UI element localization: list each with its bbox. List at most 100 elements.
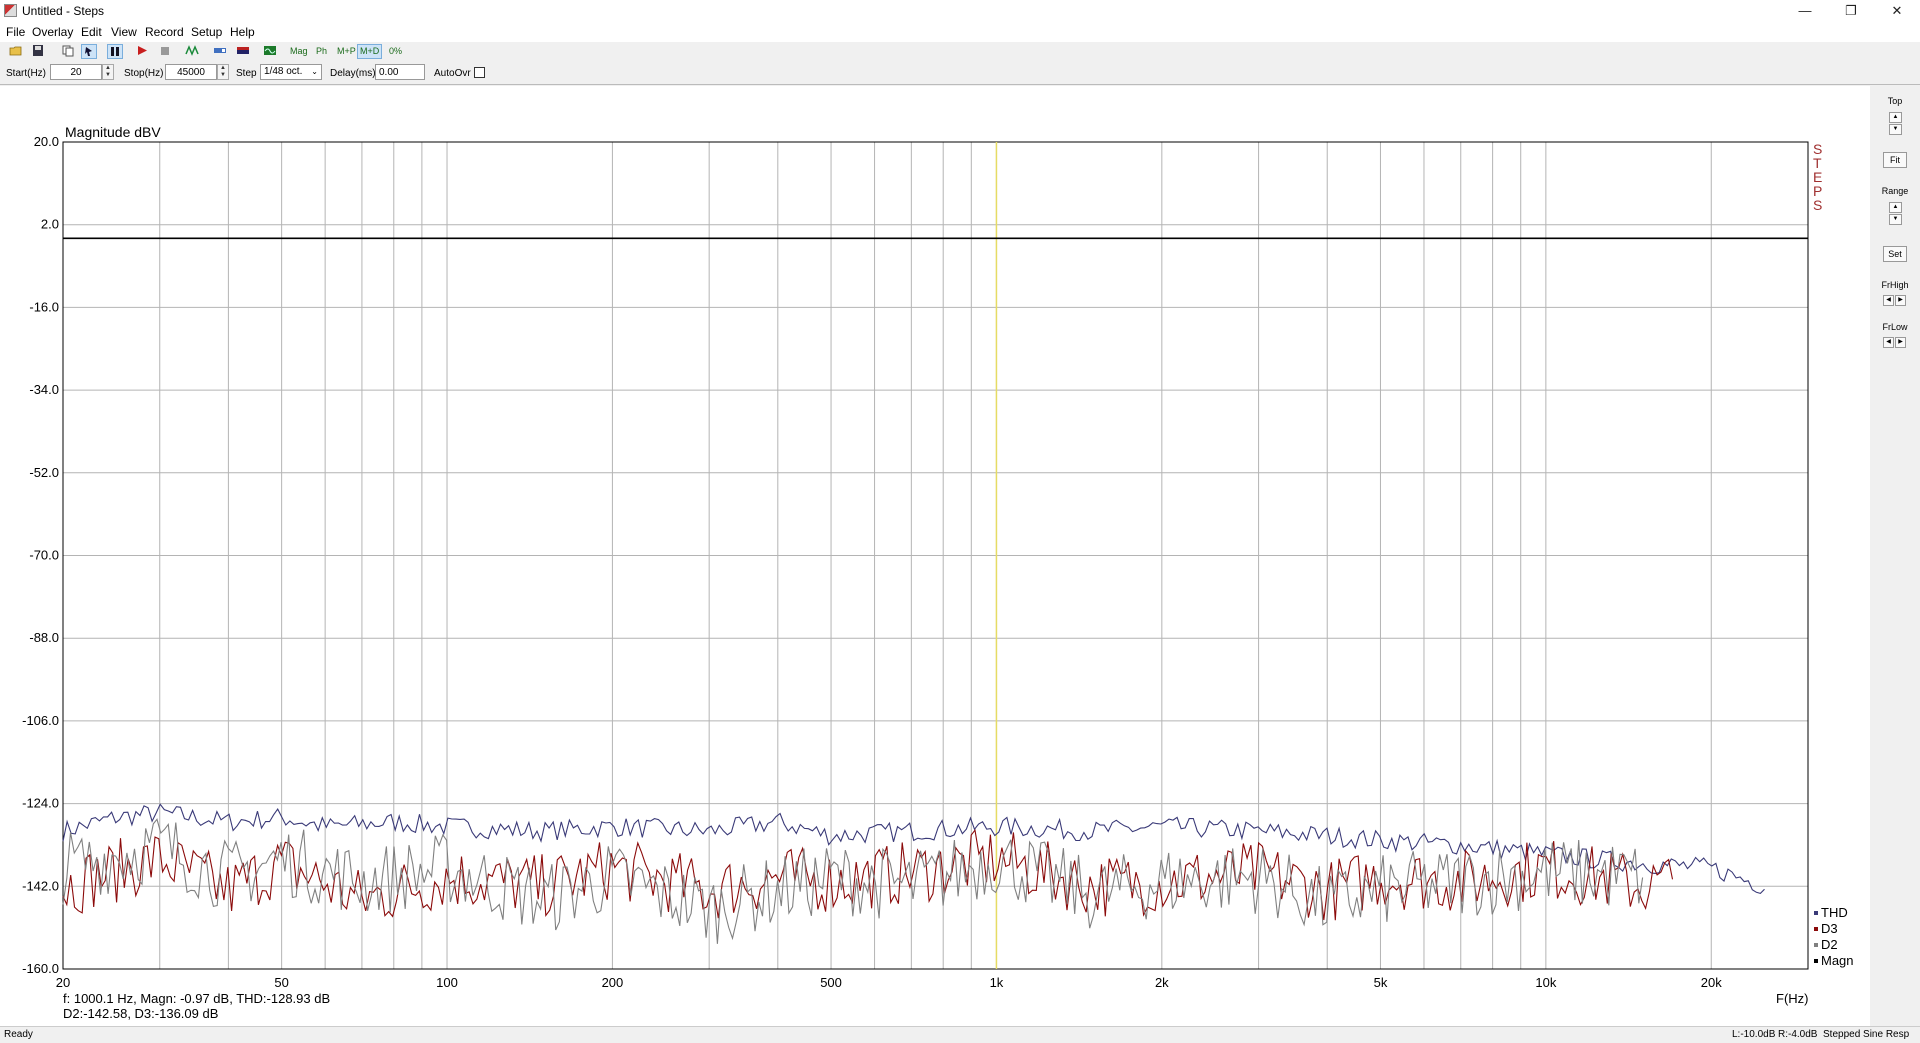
y-tick-label: -160.0 — [22, 961, 59, 976]
frhigh-left-button[interactable]: ◀ — [1883, 295, 1894, 306]
y-tick-label: 2.0 — [41, 217, 59, 232]
cursor-readout-line1: f: 1000.1 Hz, Magn: -0.97 dB, THD:-128.9… — [63, 991, 330, 1006]
y-tick-label: -52.0 — [29, 465, 59, 480]
range-up-button[interactable]: ▲ — [1889, 202, 1902, 213]
stop-input[interactable] — [165, 64, 217, 80]
step-select[interactable]: 1/48 oct. ⌄ — [260, 64, 322, 80]
app-icon — [4, 4, 17, 17]
meter-icon[interactable] — [235, 44, 251, 59]
set-button[interactable]: Set — [1883, 246, 1907, 262]
menu-file[interactable]: File — [6, 25, 25, 39]
range-label: Range — [1881, 186, 1909, 196]
status-text: Ready — [4, 1029, 33, 1040]
magnitude-chart[interactable]: 20.0 2.0 -16.0 -34.0 -52.0 -70.0 -88.0 -106.0 -1… — [0, 86, 1870, 1026]
legend-entry: D2 — [1821, 937, 1838, 952]
legend-swatch — [1814, 943, 1818, 947]
range-down-button[interactable]: ▼ — [1889, 214, 1902, 225]
maximize-button[interactable]: ❐ — [1828, 0, 1874, 22]
plot-area: 20.0 2.0 -16.0 -34.0 -52.0 -70.0 -88.0 -106.0 -1… — [0, 86, 1870, 1026]
frlow-right-button[interactable]: ▶ — [1895, 337, 1906, 348]
stop-icon[interactable] — [157, 44, 173, 59]
x-tick-label: 100 — [436, 975, 458, 990]
mode-text: Stepped Sine Resp — [1823, 1029, 1910, 1040]
menu-help[interactable]: Help — [230, 25, 255, 39]
y-tick-label: -70.0 — [29, 548, 59, 563]
start-input[interactable] — [50, 64, 102, 80]
cursor-readout-line2: D2:-142.58, D3:-136.09 dB — [63, 1006, 218, 1021]
right-panel: Top ▲ ▼ Fit Range ▲ ▼ Set FrHigh ◀ ▶ FrL… — [1870, 86, 1920, 1026]
top-down-button[interactable]: ▼ — [1889, 124, 1902, 135]
steps-side-letter: S — [1813, 197, 1822, 213]
mag-distortion-button[interactable]: M+D — [357, 44, 383, 59]
play-icon[interactable] — [134, 44, 150, 59]
x-tick-label: 500 — [820, 975, 842, 990]
x-tick-label: 50 — [274, 975, 288, 990]
y-tick-label: -124.0 — [22, 796, 59, 811]
frlow-left-button[interactable]: ◀ — [1883, 337, 1894, 348]
left-level: L:-10.0dB — [1732, 1029, 1776, 1040]
legend-entry: Magn — [1821, 953, 1854, 968]
y-tick-label: -34.0 — [29, 382, 59, 397]
menu-setup[interactable]: Setup — [191, 25, 222, 39]
toolbar: Mag Ph M+P M+D 0% — [0, 42, 1920, 63]
generator-icon[interactable] — [212, 44, 228, 59]
x-axis-label: F(Hz) — [1776, 991, 1809, 1006]
top-up-button[interactable]: ▲ — [1889, 112, 1902, 123]
frhigh-right-button[interactable]: ▶ — [1895, 295, 1906, 306]
x-tick-label: 20 — [56, 975, 70, 990]
open-folder-icon[interactable] — [8, 44, 24, 59]
autoovr-label: AutoOvr — [434, 68, 471, 79]
mag-button[interactable]: Mag — [288, 44, 310, 59]
phase-button[interactable]: Ph — [314, 44, 329, 59]
pause-icon[interactable] — [107, 44, 123, 59]
stop-label: Stop(Hz) — [124, 68, 164, 79]
legend-swatch — [1814, 927, 1818, 931]
step-label: Step — [236, 68, 257, 79]
status-bar: Ready L:-10.0dB R:-4.0dB Stepped Sine Re… — [0, 1026, 1920, 1043]
menu-view[interactable]: View — [111, 25, 137, 39]
x-tick-label: 200 — [602, 975, 624, 990]
x-tick-label: 2k — [1155, 975, 1169, 990]
chart-title: Magnitude dBV — [65, 124, 161, 140]
frlow-label: FrLow — [1882, 322, 1908, 332]
start-label: Start(Hz) — [6, 68, 46, 79]
fit-button[interactable]: Fit — [1883, 152, 1907, 168]
sweep-icon[interactable] — [184, 44, 200, 59]
start-spinner[interactable]: ▲ ▼ — [102, 64, 114, 80]
x-tick-label: 5k — [1374, 975, 1388, 990]
top-label: Top — [1887, 96, 1903, 106]
menu-bar: File Overlay Edit View Record Setup Help — [0, 22, 1920, 42]
menu-overlay[interactable]: Overlay — [32, 25, 73, 39]
menu-record[interactable]: Record — [145, 25, 184, 39]
cursor-tool-icon[interactable] — [81, 44, 97, 59]
autoovr-checkbox[interactable] — [474, 67, 485, 78]
stop-spinner[interactable]: ▲ ▼ — [217, 64, 229, 80]
minimize-button[interactable]: — — [1782, 0, 1828, 22]
delay-label: Delay(ms) — [330, 68, 376, 79]
mag-phase-button[interactable]: M+P — [335, 44, 358, 59]
y-tick-label: -16.0 — [29, 299, 59, 314]
x-tick-label: 10k — [1535, 975, 1556, 990]
parameters-bar: Start(Hz) ▲▼ Stop(Hz) ▲▼ Step 1/48 oct. … — [0, 62, 1920, 85]
delay-input[interactable] — [375, 64, 425, 80]
legend-swatch — [1814, 959, 1818, 963]
legend-swatch — [1814, 911, 1818, 915]
y-tick-label: 20.0 — [34, 134, 59, 149]
legend-entry: D3 — [1821, 921, 1838, 936]
title-bar: Untitled - Steps — ❐ ✕ — [0, 0, 1920, 22]
x-tick-label: 1k — [990, 975, 1004, 990]
x-tick-label: 20k — [1701, 975, 1722, 990]
legend-entry: THD — [1821, 905, 1848, 920]
percent-button[interactable]: 0% — [387, 44, 404, 59]
y-tick-label: -142.0 — [22, 878, 59, 893]
menu-edit[interactable]: Edit — [81, 25, 102, 39]
chevron-down-icon: ⌄ — [311, 67, 318, 76]
copy-icon[interactable] — [60, 44, 76, 59]
window-title: Untitled - Steps — [22, 4, 105, 18]
right-level: R:-4.0dB — [1778, 1029, 1818, 1040]
step-select-value: 1/48 oct. — [264, 66, 303, 77]
save-icon[interactable] — [30, 44, 46, 59]
close-button[interactable]: ✕ — [1874, 0, 1920, 22]
y-tick-label: -88.0 — [29, 630, 59, 645]
scope-icon[interactable] — [262, 44, 278, 59]
